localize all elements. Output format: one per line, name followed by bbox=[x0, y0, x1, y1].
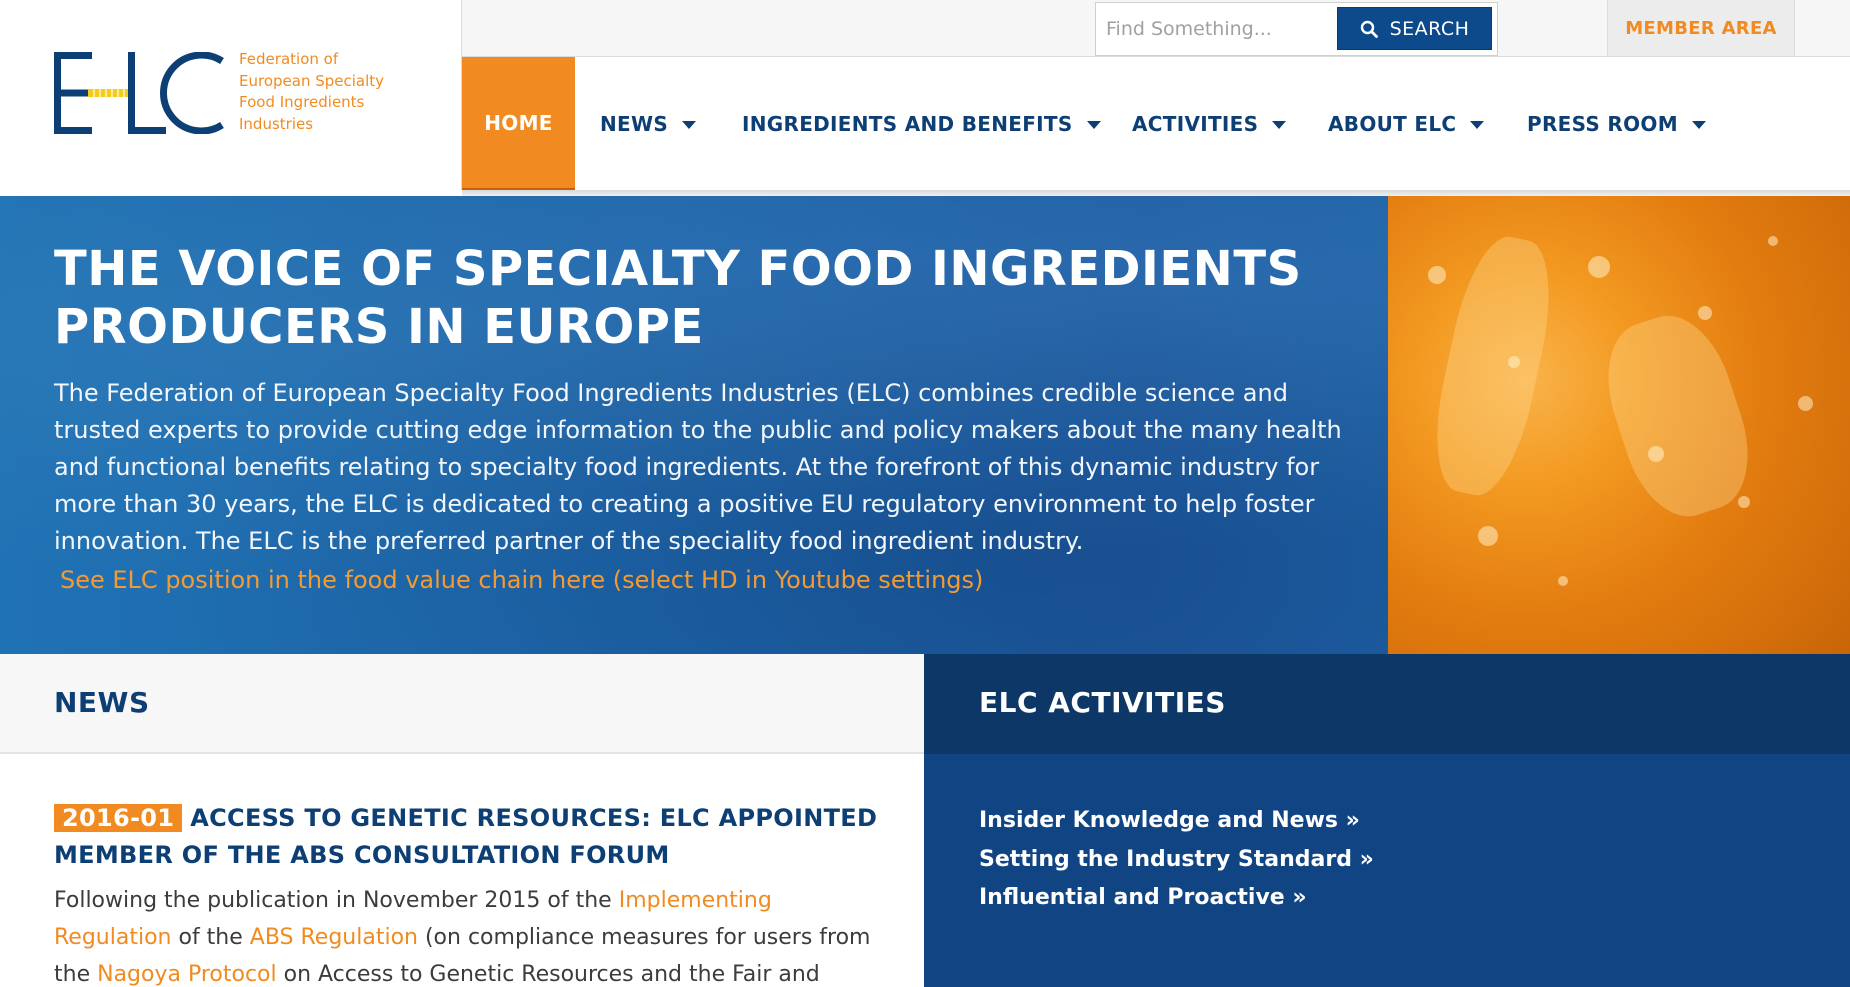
nav-item-label: ABOUT ELC bbox=[1328, 111, 1457, 136]
logo-line: Industries bbox=[239, 114, 314, 133]
site-header: Federation of European Specialty Food In… bbox=[0, 0, 1850, 196]
news-date-badge: 2016-01 bbox=[54, 804, 183, 832]
activities-section: ELC ACTIVITIES Insider Knowledge and New… bbox=[924, 654, 1850, 987]
main-nav: HOME NEWS INGREDIENTS AND BENEFITS ACTIV… bbox=[462, 57, 1850, 196]
activities-header: ELC ACTIVITIES bbox=[924, 654, 1850, 754]
insider-knowledge-link[interactable]: Insider Knowledge and News » bbox=[979, 802, 1374, 841]
activities-heading: ELC ACTIVITIES bbox=[979, 686, 1226, 719]
caret-down-icon bbox=[1470, 120, 1485, 129]
hero-description: The Federation of European Specialty Foo… bbox=[54, 379, 1342, 555]
news-section: NEWS 2016-01 ACCESS TO GENETIC RESOURCES:… bbox=[0, 654, 924, 987]
news-text: of the bbox=[171, 925, 250, 950]
caret-down-icon bbox=[1691, 120, 1706, 129]
hero-title: THE VOICE OF SPECIALTY FOOD INGREDIENTS … bbox=[54, 241, 1302, 355]
nagoya-protocol-link[interactable]: Nagoya Protocol bbox=[97, 962, 277, 987]
influential-proactive-link[interactable]: Influential and Proactive » bbox=[979, 879, 1374, 918]
news-item: 2016-01 ACCESS TO GENETIC RESOURCES: ELC … bbox=[54, 800, 884, 987]
news-excerpt: Following the publication in November 20… bbox=[54, 882, 884, 987]
news-text: on Access to Genetic Resources and the F… bbox=[276, 962, 820, 987]
nav-item-news[interactable]: NEWS bbox=[600, 57, 697, 190]
caret-down-icon bbox=[1086, 120, 1101, 129]
caret-down-icon bbox=[682, 120, 697, 129]
nav-item-label: NEWS bbox=[600, 111, 669, 136]
nav-item-home[interactable]: HOME bbox=[462, 57, 575, 196]
search-icon bbox=[1360, 20, 1378, 38]
activities-links: Insider Knowledge and News » Setting the… bbox=[979, 802, 1374, 918]
nav-item-about-elc[interactable]: ABOUT ELC bbox=[1328, 57, 1485, 190]
search-input[interactable] bbox=[1096, 3, 1338, 55]
hero-video-link[interactable]: See ELC position in the food value chain… bbox=[60, 566, 983, 594]
top-bar: SEARCH MEMBER AREA bbox=[462, 0, 1850, 57]
nav-item-label: PRESS ROOM bbox=[1527, 111, 1678, 136]
logo-line: Federation of bbox=[239, 50, 339, 68]
logo-line: European Specialty bbox=[239, 71, 385, 90]
news-header: NEWS bbox=[0, 654, 924, 754]
hero-image bbox=[1388, 196, 1850, 654]
industry-standard-link[interactable]: Setting the Industry Standard » bbox=[979, 841, 1374, 880]
nav-item-press-room[interactable]: PRESS ROOM bbox=[1527, 57, 1706, 190]
member-area-link[interactable]: MEMBER AREA bbox=[1607, 0, 1795, 56]
nav-item-label: INGREDIENTS AND BENEFITS bbox=[742, 111, 1073, 136]
search-form: SEARCH bbox=[1095, 2, 1498, 56]
search-button[interactable]: SEARCH bbox=[1337, 7, 1492, 50]
search-button-label: SEARCH bbox=[1389, 17, 1470, 40]
nav-item-activities[interactable]: ACTIVITIES bbox=[1132, 57, 1287, 190]
elc-logo-icon bbox=[54, 52, 224, 134]
logo-text: Federation of European Specialty Food In… bbox=[239, 49, 384, 135]
logo[interactable]: Federation of European Specialty Food In… bbox=[0, 0, 462, 190]
caret-down-icon bbox=[1272, 120, 1287, 129]
logo-line: Food Ingredients bbox=[239, 93, 365, 111]
nav-item-ingredients-and-benefits[interactable]: INGREDIENTS AND BENEFITS bbox=[742, 57, 1101, 190]
abs-regulation-link[interactable]: ABS Regulation bbox=[250, 925, 418, 950]
nav-item-label: HOME bbox=[484, 110, 553, 135]
news-text: Following the publication in November 20… bbox=[54, 888, 619, 913]
news-heading: NEWS bbox=[54, 686, 150, 719]
nav-item-label: ACTIVITIES bbox=[1132, 111, 1259, 136]
news-headline[interactable]: 2016-01 ACCESS TO GENETIC RESOURCES: ELC … bbox=[54, 800, 884, 874]
